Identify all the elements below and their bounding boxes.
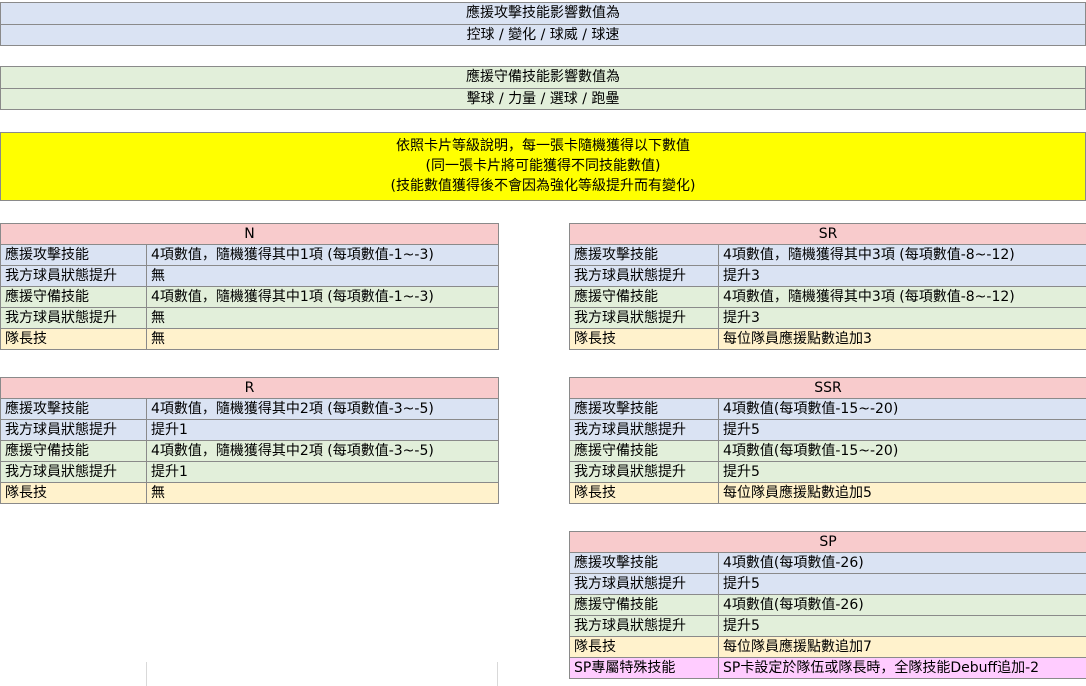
- note-line-2: (同一張卡片將可能獲得不同技能數值): [425, 158, 661, 174]
- table-row: 應援守備技能 4項數值，隨機獲得其中2項 (每項數值-3~-5): [0, 440, 500, 462]
- table-row: 應援攻擊技能 4項數值，隨機獲得其中2項 (每項數值-3~-5): [0, 398, 500, 420]
- tier-table-ssr: SSR 應援攻擊技能 4項數值(每項數值-15~-20) 我方球員狀態提升 提升5 …: [568, 377, 1086, 504]
- tier-table-r: R 應援攻擊技能 4項數值，隨機獲得其中2項 (每項數值-3~-5) 我方球員狀態…: [0, 377, 500, 504]
- table-row: 隊長技無: [0, 328, 500, 350]
- table-row: 我方球員狀態提升無: [0, 307, 500, 329]
- table-row: 我方球員狀態提升 提升5: [569, 461, 1086, 483]
- table-row: 應援攻擊技能 4項數值(每項數值-15~-20): [569, 398, 1086, 420]
- tier-table-n: N 應援攻擊技能 4項數值，隨機獲得其中1項 (每項數值-1~-3) 我方球員狀態…: [0, 223, 500, 350]
- table-row: 應援守備技能 4項數值，隨機獲得其中1項 (每項數值-1~-3): [0, 286, 500, 308]
- table-row: 我方球員狀態提升 提升1: [0, 461, 500, 483]
- tier-header-sr: SR: [569, 223, 1086, 245]
- tier-header-ssr: SSR: [568, 377, 1086, 399]
- table-row: 我方球員狀態提升 提升5: [569, 419, 1086, 441]
- attack-band-title: 應援攻擊技能影響數值為: [466, 5, 620, 21]
- tier-table-sr: SR 應援攻擊技能 4項數值，隨機獲得其中3項 (每項數值-8~-12) 我方球員…: [569, 223, 1086, 350]
- table-row: 我方球員狀態提升 提升5: [569, 615, 1086, 637]
- table-row: 隊長技無: [0, 482, 500, 504]
- table-row: 隊長技 每位隊員應援點數追加3: [569, 328, 1086, 350]
- tier-header-r: R: [0, 377, 500, 399]
- table-row: 我方球員狀態提升 提升1: [0, 419, 500, 441]
- table-row: 應援守備技能 4項數值(每項數值-15~-20): [569, 440, 1086, 462]
- gridline: [146, 662, 147, 686]
- defense-band-title: 應援守備技能影響數值為: [466, 69, 620, 85]
- tier-table-sp: SP 應援攻擊技能 4項數值(每項數值-26) 我方球員狀態提升 提升5 應援守備技…: [569, 531, 1086, 679]
- table-row: 應援守備技能 4項數值，隨機獲得其中3項 (每項數值-8~-12): [569, 286, 1086, 308]
- gridline: [497, 662, 498, 686]
- table-row: 應援守備技能 4項數值(每項數值-26): [569, 594, 1086, 616]
- table-row: 隊長技 每位隊員應援點數追加5: [569, 482, 1086, 504]
- table-row: 我方球員狀態提升 提升5: [569, 573, 1086, 595]
- attack-skill-band: 應援攻擊技能影響數值為 控球 / 變化 / 球威 / 球速: [0, 2, 1086, 46]
- table-row: 我方球員狀態提升 提升3: [569, 265, 1086, 287]
- note-line-1: 依照卡片等級說明，每一張卡隨機獲得以下數值: [396, 138, 690, 154]
- table-row: SP專屬特殊技能 SP卡設定於隊伍或隊長時，全隊技能Debuff追加-2: [569, 657, 1086, 679]
- attack-band-stats: 控球 / 變化 / 球威 / 球速: [1, 24, 1085, 45]
- tier-header-sp: SP: [569, 531, 1086, 553]
- table-row: 隊長技 每位隊員應援點數追加7: [569, 636, 1086, 658]
- defense-skill-band: 應援守備技能影響數值為 擊球 / 力量 / 選球 / 跑壘: [0, 66, 1086, 110]
- defense-band-stats: 擊球 / 力量 / 選球 / 跑壘: [1, 88, 1085, 109]
- table-row: 應援攻擊技能 4項數值，隨機獲得其中3項 (每項數值-8~-12): [569, 244, 1086, 266]
- tier-header-n: N: [0, 223, 500, 245]
- table-row: 我方球員狀態提升 提升3: [569, 307, 1086, 329]
- rules-note: 依照卡片等級說明，每一張卡隨機獲得以下數值 (同一張卡片將可能獲得不同技能數值)…: [0, 132, 1086, 201]
- table-row: 應援攻擊技能 4項數值，隨機獲得其中1項 (每項數值-1~-3): [0, 244, 500, 266]
- table-row: 我方球員狀態提升無: [0, 265, 500, 287]
- table-row: 應援攻擊技能 4項數值(每項數值-26): [569, 552, 1086, 574]
- note-line-3: (技能數值獲得後不會因為強化等級提升而有變化): [390, 178, 696, 194]
